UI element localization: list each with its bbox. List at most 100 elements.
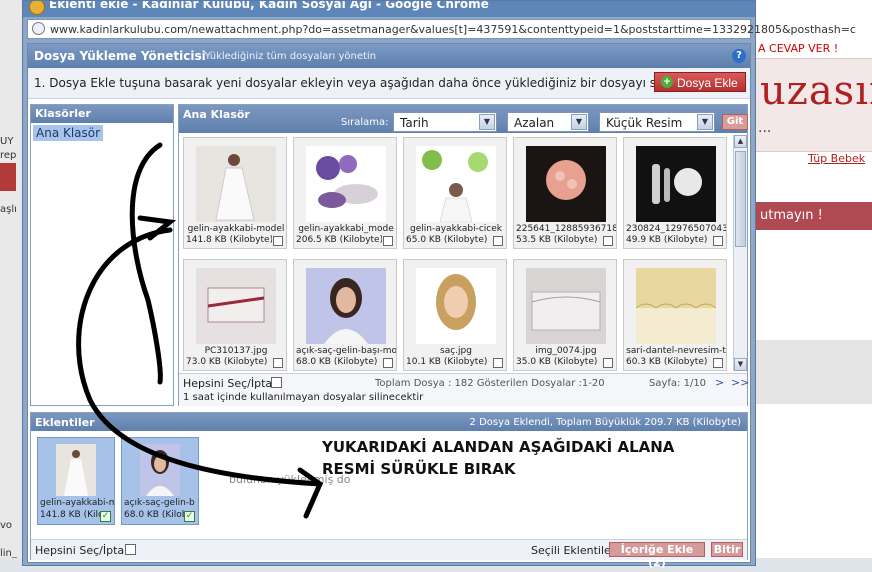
sort-label: Sıralama: [341,117,389,128]
file-thumb[interactable]: 225641_128859367189 53.5 KB (Kilobyte) [513,137,617,249]
attachment-size: 141.8 KB (Kilobyte) [40,510,100,520]
attachment-size: 68.0 KB (Kilobyte) [124,510,184,520]
file-name: PC310137.jpg [204,346,268,356]
attachment-checkbox-checked[interactable]: ✓ [184,511,195,522]
background-red-bar-text: utmayın ! [760,208,823,223]
file-size: 53.5 KB (Kilobyte) [516,235,598,245]
file-thumb[interactable]: 230824_129765070432 49.9 KB (Kilobyte) [623,137,727,249]
file-checkbox[interactable] [273,236,283,246]
bedding-thumbnail [526,268,606,344]
upload-manager-dialog: Dosya Yükleme Yöneticisi - Yüklediğiniz … [27,43,751,569]
attachments-info: 2 Dosya Eklendi, Toplam Büyüklük 209.7 K… [469,417,741,428]
add-file-button[interactable]: + Dosya Ekle [654,72,746,92]
attachment-name: gelin-ayakkabi-m [40,498,114,508]
scroll-up-icon[interactable]: ▲ [734,135,747,148]
file-thumb[interactable]: img_0074.jpg 35.0 KB (Kilobyte) [513,259,617,371]
hairstyle-thumbnail [416,268,496,344]
chevron-down-icon: ▼ [479,114,495,130]
file-checkbox[interactable] [383,236,393,246]
bouquet-thumbnail [526,146,606,222]
instruction-text: 1. Dosya Ekle tuşuna basarak yeni dosyal… [34,76,681,90]
file-checkbox[interactable] [713,236,723,246]
page-icon [32,22,45,35]
gift-box-thumbnail [196,268,276,344]
sort-by-value: Tarih [400,116,429,130]
file-checkbox[interactable] [603,358,613,368]
insert-into-content-button[interactable]: İçeriğe Ekle (2) [609,542,705,569]
file-size: 10.1 KB (Kilobyte) [406,357,488,367]
address-bar[interactable]: www.kadinlarkulubu.com/newattachment.php… [27,19,856,39]
file-thumb[interactable]: sari-dantel-nevresim-t 60.3 KB (Kilobyte… [623,259,727,371]
file-thumb[interactable]: PC310137.jpg 73.0 KB (Kilobyte) [183,259,287,371]
white-bouquet-thumbnail [636,146,716,222]
attachments-footer: Hepsini Seç/İptal Seçili Eklentiler : İç… [31,539,747,569]
file-name: sari-dantel-nevresim-t [626,346,726,356]
main-folder-header: Ana Klasör Sıralama: Tarih ▼ Azalan ▼ Kü… [179,105,748,133]
background-left-text-4: vo [0,520,13,531]
bride-portrait-thumbnail [306,268,386,344]
annotation-line-2: RESMİ SÜRÜKLE BIRAK [322,460,516,478]
last-page-link[interactable]: >> [731,376,749,389]
attachment-item[interactable]: açık-saç-gelin-b 68.0 KB (Kilobyte) ✓ [121,437,199,525]
window-title: Eklenti ekle - Kadınlar Kulübü, Kadın So… [49,1,489,11]
file-size: 35.0 KB (Kilobyte) [516,357,598,367]
go-button[interactable]: Git [722,114,748,130]
order-select[interactable]: Azalan ▼ [507,112,589,132]
file-name: gelin-ayakkabi_mode [298,224,394,234]
select-all-checkbox[interactable] [271,377,282,388]
file-thumb[interactable]: gelin-ayakkabi-model 141.8 KB (Kilobyte) [183,137,287,249]
window-titlebar[interactable]: Eklenti ekle - Kadınlar Kulübü, Kadın So… [23,1,755,17]
chrome-icon [29,1,45,15]
dialog-title: Dosya Yükleme Yöneticisi [34,49,206,63]
file-name: 230824_129765070432 [626,224,726,234]
file-checkbox[interactable] [713,358,723,368]
background-left-text-3: aşlı [0,204,17,215]
select-all-label: Hepsini Seç/İptal [183,377,276,390]
file-size: 206.5 KB (Kilobyte) [296,235,382,245]
instruction-row: 1. Dosya Ekle tuşuna basarak yeni dosyal… [28,68,750,99]
file-checkbox[interactable] [383,358,393,368]
page-indicator: Sayfa: 1/10 [649,378,707,389]
folder-item-ana-klasor[interactable]: Ana Klasör [33,125,104,141]
done-button[interactable]: Bitir [711,542,743,557]
sort-by-select[interactable]: Tarih ▼ [393,112,497,132]
chevron-down-icon: ▼ [571,114,587,130]
file-size: 65.0 KB (Kilobyte) [406,235,488,245]
file-thumb[interactable]: saç.jpg 10.1 KB (Kilobyte) [403,259,507,371]
attachments-panel: Eklentiler 2 Dosya Eklendi, Toplam Büyük… [30,412,748,569]
file-checkbox[interactable] [603,236,613,246]
file-name: gelin-ayakkabi-model [187,224,285,234]
dialog-header: Dosya Yükleme Yöneticisi - Yüklediğiniz … [28,44,750,68]
file-checkbox[interactable] [493,236,503,246]
bride-photo-thumbnail [196,146,276,222]
next-page-link[interactable]: > [715,376,724,389]
folders-panel: Klasörler Ana Klasör [30,104,174,406]
file-checkbox[interactable] [493,358,503,368]
attachment-checkbox-checked[interactable]: ✓ [100,511,111,522]
scroll-thumb[interactable] [735,151,746,247]
file-name: saç.jpg [440,346,472,356]
attachments-select-all-label: Hepsini Seç/İptal [35,544,128,557]
address-url: www.kadinlarkulubu.com/newattachment.php… [50,23,856,36]
background-gray-band [756,340,872,404]
annotation-text: YUKARIDAKİ ALANDAN AŞAĞIDAKİ ALANA RESMİ… [322,436,674,480]
attachment-item[interactable]: gelin-ayakkabi-m 141.8 KB (Kilobyte) ✓ [37,437,115,525]
view-select[interactable]: Küçük Resim ▼ [599,112,715,132]
file-thumb[interactable]: gelin-ayakkabi-cicek 65.0 KB (Kilobyte) [403,137,507,249]
plus-icon: + [661,76,673,88]
file-thumb[interactable]: açık-saç-gelin-başı-mo 68.0 KB (Kilobyte… [293,259,397,371]
background-tup-bebek-link[interactable]: Tüp Bebek [808,152,865,165]
file-grid-scrollbar[interactable]: ▲ ▼ [733,135,747,371]
shoes-flowers-thumbnail [306,146,386,222]
scroll-down-icon[interactable]: ▼ [734,358,747,371]
file-checkbox[interactable] [273,358,283,368]
help-icon[interactable]: ? [732,49,746,63]
background-reply-link[interactable]: A CEVAP VER ! [758,42,838,55]
file-thumb[interactable]: gelin-ayakkabi_mode 206.5 KB (Kilobyte) [293,137,397,249]
attachments-select-all-checkbox[interactable] [125,544,136,555]
background-banner-word: uzasın [760,68,872,114]
chevron-down-icon: ▼ [697,114,713,130]
main-folder-panel: Ana Klasör Sıralama: Tarih ▼ Azalan ▼ Kü… [178,104,749,406]
attachment-name: açık-saç-gelin-b [124,498,195,508]
main-folder-title: Ana Klasör [183,108,250,121]
